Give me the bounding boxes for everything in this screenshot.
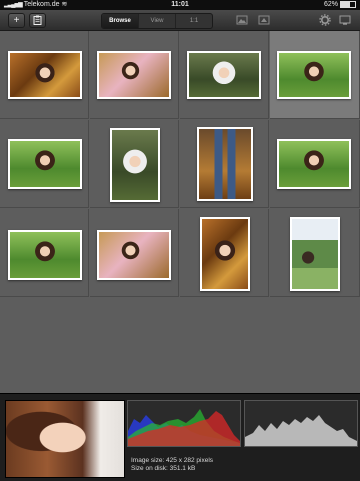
add-button[interactable]: + [8,13,25,28]
status-bar: ▂▃▄▅▆ Telekom.de ≋ 11:01 62% [0,0,360,10]
photo-thumbnail[interactable] [277,139,351,189]
grid-cell-selected[interactable] [270,31,360,119]
display-button[interactable] [339,14,351,26]
rgb-histogram-graph [128,409,240,446]
photo-thumbnail[interactable] [187,51,261,99]
toolbar: + Browse View 1:1 [0,10,360,31]
tab-view[interactable]: View [138,14,175,28]
image-export-icon [258,15,270,25]
clock: 11:01 [171,1,189,8]
grid-cell[interactable] [180,31,269,119]
battery: 62% [324,0,356,10]
image-frame-button[interactable] [236,14,248,26]
tab-browse[interactable]: Browse [102,14,138,28]
photo-thumbnail[interactable] [8,230,82,280]
photo-thumbnail[interactable] [197,127,253,201]
photo-thumbnail[interactable] [8,51,82,99]
rgb-histogram [127,400,241,447]
view-mode-segmented-control: Browse View 1:1 [101,13,213,29]
photo-thumbnail[interactable] [97,51,171,99]
image-export-button[interactable] [258,14,270,26]
photo-thumbnail[interactable] [200,217,250,291]
photo-thumbnail[interactable] [97,230,171,280]
image-info: Image size: 425 x 282 pixels Size on dis… [131,457,213,473]
luminance-histogram [244,400,358,447]
image-frame-icon [236,15,248,25]
grid-cell[interactable] [0,120,89,208]
add-icon: + [13,15,20,26]
photo-thumbnail[interactable] [290,217,340,291]
battery-label: 62% [323,1,338,8]
grid-cell[interactable] [90,209,179,297]
battery-icon [340,0,356,8]
clipboard-button[interactable] [29,13,46,28]
gear-icon [319,14,331,26]
grid-cell[interactable] [270,120,360,208]
grid-cell[interactable] [0,31,89,119]
monitor-icon [339,15,351,25]
grid-cell[interactable] [180,209,269,297]
grid-cell[interactable] [180,120,269,208]
grid-cell[interactable] [90,120,179,208]
image-size-text: Image size: 425 x 282 pixels [131,457,214,464]
clipboard-icon [33,15,42,25]
preview-image [5,400,125,478]
photo-thumbnail[interactable] [8,139,82,189]
tab-1-1[interactable]: 1:1 [175,14,212,28]
info-panel: Image size: 425 x 282 pixels Size on dis… [0,393,360,481]
grid-cell[interactable] [0,209,89,297]
disk-size-text: Size on disk: 351.1 kB [131,465,196,472]
photo-thumbnail[interactable] [110,128,160,202]
photo-thumbnail[interactable] [277,51,351,99]
grid-cell[interactable] [90,31,179,119]
luminance-histogram-graph [245,415,357,446]
settings-button[interactable] [319,14,331,26]
grid-cell[interactable] [270,209,360,297]
